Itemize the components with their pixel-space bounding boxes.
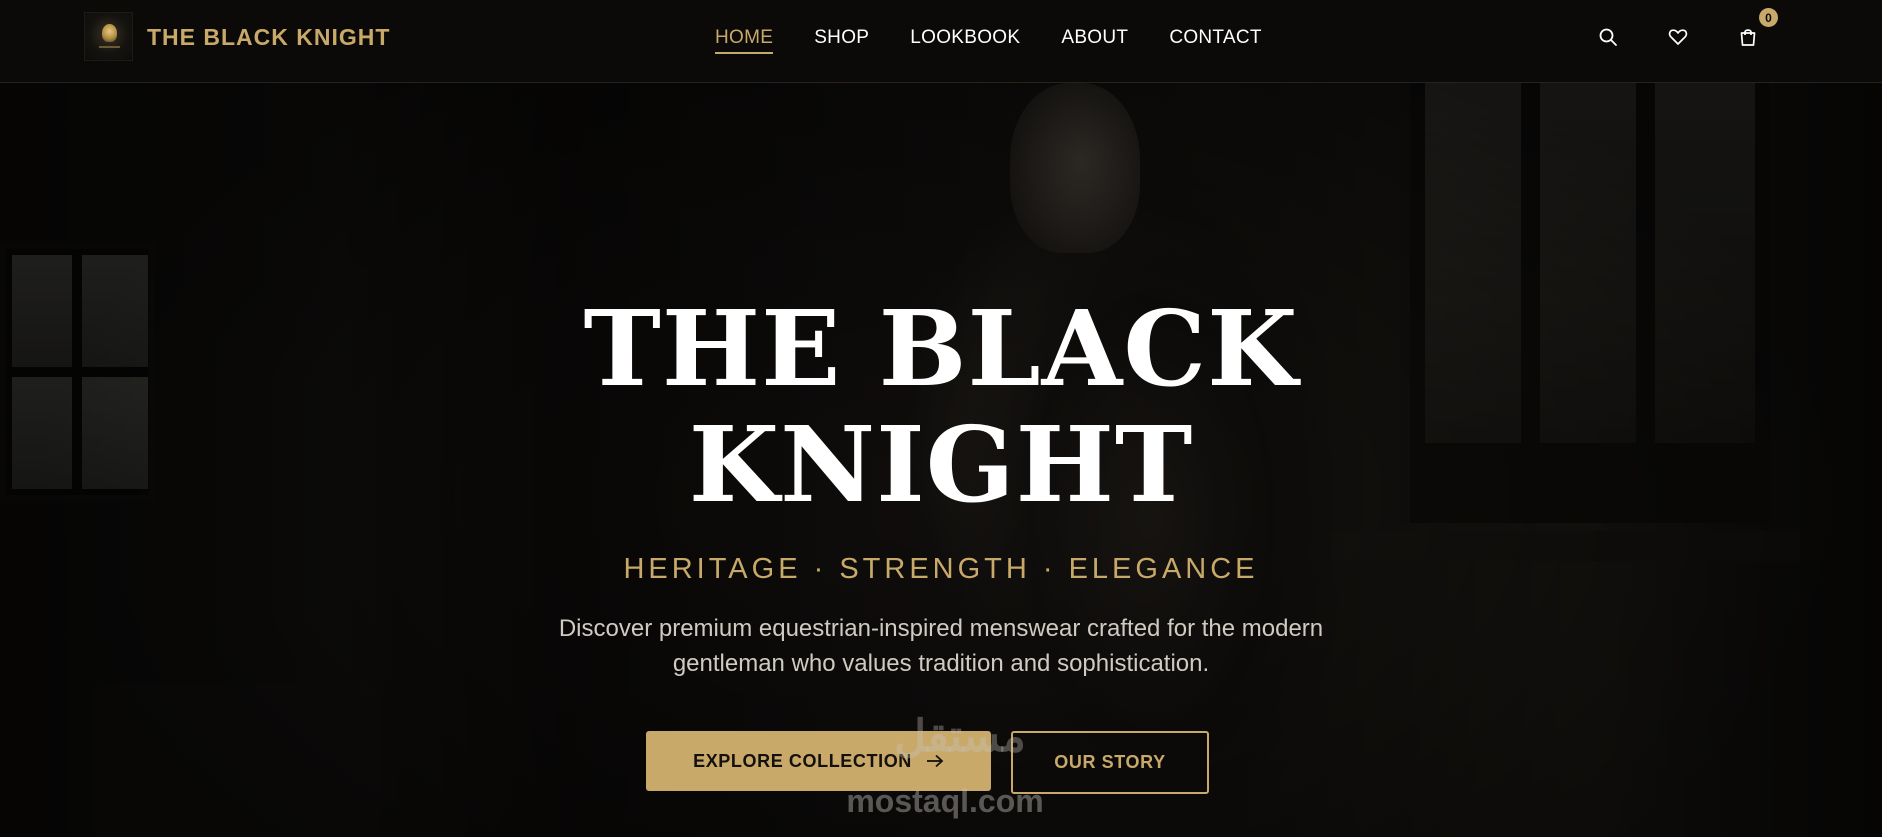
nav-item-shop[interactable]: SHOP [814, 27, 869, 51]
hero-section: THE BLACK KNIGHT HERITAGE · STRENGTH · E… [0, 83, 1882, 837]
hero-title-line-2: KNIGHT [688, 403, 1194, 526]
logo-underline [99, 46, 120, 48]
search-icon[interactable] [1597, 26, 1619, 48]
watermark-text: mostaql.com [846, 783, 1044, 819]
hero-tagline: HERITAGE · STRENGTH · ELEGANCE [623, 553, 1259, 585]
nav-item-contact[interactable]: CONTACT [1169, 27, 1262, 51]
cart-count-badge: 0 [1759, 8, 1778, 27]
nav-item-home[interactable]: HOME [715, 27, 774, 54]
hero-description: Discover premium equestrian-inspired men… [558, 615, 1324, 677]
nav-item-lookbook[interactable]: LOOKBOOK [910, 27, 1020, 51]
watermark-arabic: مستقل [894, 712, 1026, 761]
brand-name[interactable]: THE BLACK KNIGHT [147, 24, 390, 51]
knight-emblem-icon [102, 24, 117, 42]
brand-logo[interactable] [84, 12, 133, 61]
nav-item-about[interactable]: ABOUT [1061, 27, 1128, 51]
heart-icon[interactable] [1667, 26, 1689, 48]
main-nav: HOME SHOP LOOKBOOK ABOUT CONTACT [715, 27, 1262, 54]
hero-title-line-1: THE BLACK [583, 287, 1299, 410]
site-header: THE BLACK KNIGHT HOME SHOP LOOKBOOK ABOU… [0, 0, 1882, 83]
shopping-bag-icon[interactable] [1737, 26, 1759, 48]
